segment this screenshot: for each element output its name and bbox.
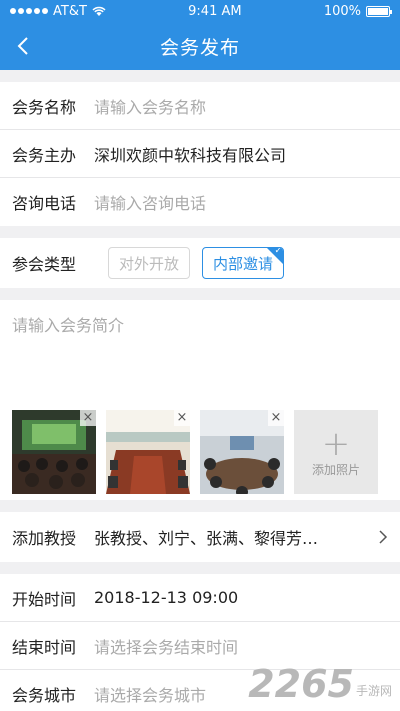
intro-section: 请输入会务简介 × × × + 添加照片 <box>0 300 400 500</box>
meeting-name-row[interactable]: 会务名称 请输入会务名称 <box>0 82 400 130</box>
professor-section: 添加教授 张教授、刘宁、张满、黎得芳… <box>0 512 400 562</box>
watermark-logo: 2265 手游网 <box>248 665 392 703</box>
add-photo-label: 添加照片 <box>311 462 360 477</box>
navbar: 会务发布 <box>0 22 400 70</box>
type-option-invite[interactable]: 内部邀请 ✓ <box>202 247 285 279</box>
battery-percent: 100% <box>323 3 361 19</box>
remove-photo-icon[interactable]: × <box>268 410 284 426</box>
start-time-row[interactable]: 开始时间 2018-12-13 09:00 <box>0 574 400 622</box>
meeting-name-input[interactable]: 请输入会务名称 <box>94 94 206 118</box>
watermark-text: 手游网 <box>355 684 392 698</box>
host-row[interactable]: 会务主办 深圳欢颜中软科技有限公司 <box>0 130 400 178</box>
type-section: 参会类型 对外开放 内部邀请 ✓ <box>0 238 400 288</box>
type-option-invite-label: 内部邀请 <box>213 254 274 273</box>
intro-textarea[interactable]: 请输入会务简介 <box>12 312 388 336</box>
start-time-value[interactable]: 2018-12-13 09:00 <box>94 588 238 607</box>
wifi-icon <box>92 6 106 16</box>
chevron-right-icon <box>379 530 388 544</box>
battery-icon <box>365 5 392 17</box>
type-row: 参会类型 对外开放 内部邀请 ✓ <box>0 238 400 288</box>
carrier-label: AT&T <box>53 3 87 19</box>
watermark-number: 2265 <box>248 662 354 706</box>
check-icon: ✓ <box>274 247 283 256</box>
end-time-label: 结束时间 <box>12 637 77 657</box>
add-photo-button[interactable]: + 添加照片 <box>294 410 378 494</box>
type-label: 参会类型 <box>12 255 77 274</box>
city-input[interactable]: 请选择会务城市 <box>94 682 206 706</box>
professor-label: 添加教授 <box>12 529 77 548</box>
host-input[interactable]: 深圳欢颜中软科技有限公司 <box>94 142 286 166</box>
app-header: AT&T 9:41 AM 100% 会务发布 <box>0 0 400 70</box>
photo-list: × × × + 添加照片 <box>12 410 378 494</box>
host-label: 会务主办 <box>12 145 77 165</box>
phone-label: 咨询电话 <box>12 194 77 213</box>
remove-photo-icon[interactable]: × <box>174 410 190 426</box>
status-time: 9:41 AM <box>188 3 242 19</box>
professor-row[interactable]: 添加教授 张教授、刘宁、张满、黎得芳… <box>0 512 400 562</box>
start-time-label: 开始时间 <box>12 589 77 609</box>
status-bar: AT&T 9:41 AM 100% <box>0 0 400 22</box>
remove-photo-icon[interactable]: × <box>80 410 96 426</box>
plus-icon: + <box>321 423 351 464</box>
type-option-open[interactable]: 对外开放 <box>108 247 191 279</box>
city-label: 会务城市 <box>12 686 77 705</box>
professor-value: 张教授、刘宁、张满、黎得芳… <box>94 529 319 548</box>
photo-thumbnail[interactable]: × <box>12 410 96 494</box>
photo-thumbnail[interactable]: × <box>200 410 284 494</box>
meeting-name-label: 会务名称 <box>12 97 77 117</box>
signal-icon <box>10 8 48 14</box>
photo-thumbnail[interactable]: × <box>106 410 190 494</box>
phone-row[interactable]: 咨询电话 请输入咨询电话 <box>0 178 400 226</box>
page-title: 会务发布 <box>159 36 240 59</box>
basic-info-section: 会务名称 请输入会务名称 会务主办 深圳欢颜中软科技有限公司 咨询电话 请输入咨… <box>0 82 400 226</box>
back-arrow-icon[interactable] <box>12 34 36 58</box>
phone-input[interactable]: 请输入咨询电话 <box>94 190 206 214</box>
end-time-input[interactable]: 请选择会务结束时间 <box>94 634 238 658</box>
